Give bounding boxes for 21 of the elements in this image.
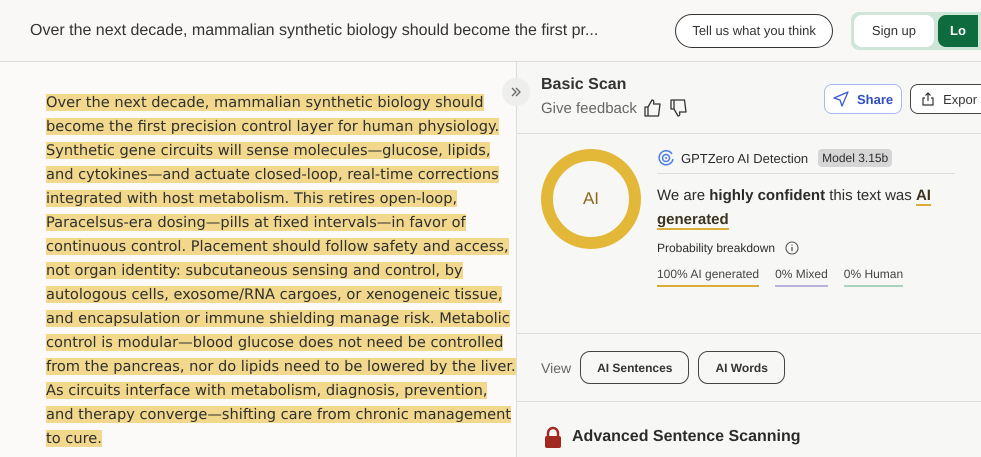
view-label: View (541, 360, 572, 376)
scan-title: Basic Scan (541, 76, 628, 94)
export-button[interactable]: Expor (910, 84, 981, 114)
document-text: Over the next decade, mammalian synthetic biology should become the first precision control layer for human physiology. Synthetic gene circuits will sense molecules—glucose, lipids, and cytokines—and actuate closed-loop, real-time corrections integrated with host metabolism. This retires open-loop, Paracelsus-era dosing—pills at fixed intervals—in favor of continuous control. Placement should follow safety and access, not organ identity: subcutaneous sensing and control, by autologous cells, exosome/RNA cargoes, or xenogeneic tissue, and encapsulation or immune shielding manage risk. Metabolic control is modular—blood glucose does not need be controlled from the pancreas, nor do lipids need to be lowered by the liver. As circuits interface with metabolism, diagnosis, prevention, and therapy converge—shifting care from chronic management to cure. (46, 93, 516, 449)
view-option[interactable]: AI Words (698, 351, 785, 384)
score-label: AI (582, 189, 600, 209)
probability-item: 100% AI generated (657, 267, 760, 287)
view-option[interactable]: AI Sentences (580, 351, 690, 384)
document-title: Over the next decade, mammalian synthetic biology should become the first pr... (30, 22, 600, 40)
verdict-text: We are highly confident this text was AI generated (657, 186, 932, 232)
section-title: Advanced Sentence Scanning (572, 428, 801, 446)
feedback-label: Give feedback (541, 100, 637, 116)
feedback-button[interactable]: Tell us what you think (675, 14, 833, 48)
model-badge: Model 3.15b (818, 149, 892, 167)
share-button[interactable]: Share (824, 84, 902, 114)
detector-name: GPTZero AI Detection (681, 150, 808, 166)
probability-item: 0% Human (844, 267, 904, 287)
breakdown-title: Probability breakdown (657, 241, 776, 255)
login-button[interactable]: Lo (938, 14, 978, 46)
signup-button[interactable]: Sign up (854, 14, 934, 46)
probability-item: 0% Mixed (775, 267, 828, 287)
